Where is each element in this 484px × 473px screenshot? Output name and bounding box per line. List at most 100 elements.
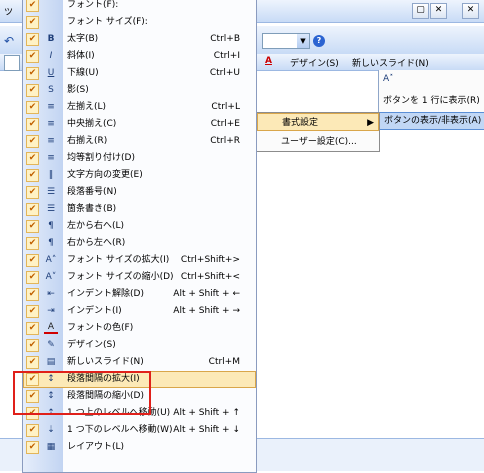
new-slide-button[interactable]: 新しいスライド(N)	[352, 56, 429, 69]
menu-item-label: 中央揃え(C)	[67, 119, 117, 129]
checkmark-icon[interactable]: ✔	[26, 67, 39, 80]
checkmark-icon[interactable]: ✔	[26, 118, 39, 131]
menu-item[interactable]: ✔ フォント(F):	[23, 0, 256, 14]
format-settings-item[interactable]: 書式設定 ▶	[257, 113, 379, 131]
menu-item-icon: A˄	[45, 255, 57, 265]
checkmark-icon[interactable]: ✔	[26, 152, 39, 165]
checkmark-icon[interactable]: ✔	[26, 254, 39, 267]
menu-item[interactable]: ✔ U 下線(U) Ctrl+U	[23, 65, 256, 82]
zoom-combo[interactable]: ▼	[262, 33, 310, 49]
checkmark-icon[interactable]: ✔	[26, 356, 39, 369]
menu-item[interactable]: ✔ ☰ 箇条書き(B)	[23, 201, 256, 218]
menu-item[interactable]: ✔ ▦ レイアウト(L)	[23, 439, 256, 456]
menu-item-label: フォント サイズの拡大(I)	[67, 255, 170, 265]
menu-item[interactable]: ✔ ✎ デザイン(S)	[23, 337, 256, 354]
menu-item-label: フォントの色(F)	[67, 323, 134, 333]
close-window-button[interactable]: ✕	[430, 3, 447, 19]
checkmark-icon[interactable]: ✔	[26, 271, 39, 284]
design-button[interactable]: デザイン(S)	[290, 56, 339, 69]
menu-item[interactable]: ✔ ⇣ 1 つ下のレベルへ移動(W) Alt + Shift + ↓	[23, 422, 256, 439]
menu-item[interactable]: ✔ B 太字(B) Ctrl+B	[23, 31, 256, 48]
show-on-one-row-item[interactable]: ボタンを 1 行に表示(R)	[379, 92, 484, 110]
checkmark-icon[interactable]: ✔	[26, 322, 39, 335]
menu-item-label: フォント サイズ(F):	[67, 17, 148, 27]
menu-item[interactable]: ✔ ⇤ インデント解除(D) Alt + Shift + ←	[23, 286, 256, 303]
menu-item-icon: A˅	[45, 272, 57, 282]
menu-item-label: 1 つ下のレベルへ移動(W)	[67, 425, 173, 435]
checkmark-icon[interactable]: ✔	[26, 203, 39, 216]
menu-item[interactable]: ✔ ▤ 新しいスライド(N) Ctrl+M	[23, 354, 256, 371]
menu-item-shortcut: Ctrl+Shift+>	[180, 255, 240, 265]
checkmark-icon[interactable]: ✔	[26, 305, 39, 318]
menu-item[interactable]: ✔ ≡ 中央揃え(C) Ctrl+E	[23, 116, 256, 133]
menu-item-shortcut: Ctrl+E	[210, 119, 240, 129]
menu-item[interactable]: ✔ A フォントの色(F)	[23, 320, 256, 337]
close-document-button[interactable]: ✕	[462, 3, 479, 19]
menu-item[interactable]: ✔ ¶ 右から左へ(R)	[23, 235, 256, 252]
menu-item[interactable]: ✔ ≡ 右揃え(R) Ctrl+R	[23, 133, 256, 150]
menu-item-icon: A	[44, 322, 58, 334]
menu-item[interactable]: ✔ フォント サイズ(F):	[23, 14, 256, 31]
menu-item-icon: ☰	[46, 187, 56, 197]
menu-item[interactable]: ✔ ≡ 左揃え(L) Ctrl+L	[23, 99, 256, 116]
checkmark-icon[interactable]: ✔	[26, 33, 39, 46]
menu-item-label: インデント(I)	[67, 306, 122, 316]
menu-item[interactable]: ✔ ‖ 文字方向の変更(E)	[23, 167, 256, 184]
menu-item-label: 均等割り付け(D)	[67, 153, 135, 163]
checkmark-icon[interactable]: ✔	[26, 237, 39, 250]
font-color-icon[interactable]: A	[265, 56, 272, 66]
menu-item[interactable]: ✔ S 影(S)	[23, 82, 256, 99]
font-combo[interactable]	[4, 55, 20, 71]
menu-item-icon: S	[48, 85, 54, 95]
restore-window-button[interactable]: ▢	[412, 3, 429, 19]
menu-item-shortcut: Ctrl+R	[210, 136, 240, 146]
menu-item-shortcut: Ctrl+L	[211, 102, 240, 112]
menu-item-label: 左揃え(L)	[67, 102, 107, 112]
checkmark-icon[interactable]: ✔	[26, 339, 39, 352]
toolbar-options-flyout: A˟ ボタンを 1 行に表示(R) ボタンの表示/非表示(A) ▾	[378, 70, 484, 130]
menu-item-label: デザイン(S)	[67, 340, 116, 350]
menu-item[interactable]: ✔ ¶ 左から右へ(L)	[23, 218, 256, 235]
menu-item-icon: I	[49, 51, 53, 61]
menu-item-label: 右揃え(R)	[67, 136, 108, 146]
chevron-down-icon[interactable]: ▼	[297, 34, 309, 48]
menu-item-label: インデント解除(D)	[67, 289, 144, 299]
menu-item[interactable]: ✔ A˅ フォント サイズの縮小(D) Ctrl+Shift+<	[23, 269, 256, 286]
checkmark-icon[interactable]: ✔	[26, 0, 39, 12]
menu-item-icon: B	[47, 34, 55, 44]
customize-item[interactable]: ユーザー設定(C)...	[257, 133, 379, 151]
menu-item-label: 太字(B)	[67, 34, 99, 44]
undo-icon[interactable]: ↶	[4, 34, 14, 48]
show-hide-buttons-item[interactable]: ボタンの表示/非表示(A) ▾	[379, 112, 484, 130]
annotation-highlight-box	[13, 371, 151, 415]
font-size-increase-flyout-icon[interactable]: A˟	[379, 70, 484, 88]
menu-item[interactable]: ✔ A˄ フォント サイズの拡大(I) Ctrl+Shift+>	[23, 252, 256, 269]
menu-item-shortcut: Alt + Shift + ↓	[173, 425, 240, 435]
menu-item-icon: ✎	[47, 340, 55, 350]
checkmark-icon[interactable]: ✔	[26, 220, 39, 233]
checkmark-icon[interactable]: ✔	[26, 16, 39, 29]
menu-item[interactable]: ✔ ☰ 段落番号(N)	[23, 184, 256, 201]
checkmark-icon[interactable]: ✔	[26, 84, 39, 97]
checkmark-icon[interactable]: ✔	[26, 288, 39, 301]
checkmark-icon[interactable]: ✔	[26, 135, 39, 148]
menu-item-label: 影(S)	[67, 85, 89, 95]
menu-item-icon: ≡	[47, 153, 55, 163]
checkmark-icon[interactable]: ✔	[26, 101, 39, 114]
checkmark-icon[interactable]: ✔	[26, 50, 39, 63]
left-char: ツ	[4, 8, 14, 18]
menu-item-label: 斜体(I)	[67, 51, 95, 61]
menu-item-label: 左から右へ(L)	[67, 221, 125, 231]
checkmark-icon[interactable]: ✔	[26, 186, 39, 199]
help-icon[interactable]: ?	[313, 35, 325, 47]
menu-item-label: 下線(U)	[67, 68, 99, 78]
menu-item-icon: ¶	[48, 238, 54, 248]
menu-item[interactable]: ✔ I 斜体(I) Ctrl+I	[23, 48, 256, 65]
checkmark-icon[interactable]: ✔	[26, 169, 39, 182]
menu-item[interactable]: ✔ ≡ 均等割り付け(D)	[23, 150, 256, 167]
checkmark-icon[interactable]: ✔	[26, 441, 39, 454]
menu-item-icon: ≡	[47, 136, 55, 146]
checkmark-icon[interactable]: ✔	[26, 424, 39, 437]
menu-item[interactable]: ✔ ⇥ インデント(I) Alt + Shift + →	[23, 303, 256, 320]
menu-item-icon: ≡	[47, 119, 55, 129]
